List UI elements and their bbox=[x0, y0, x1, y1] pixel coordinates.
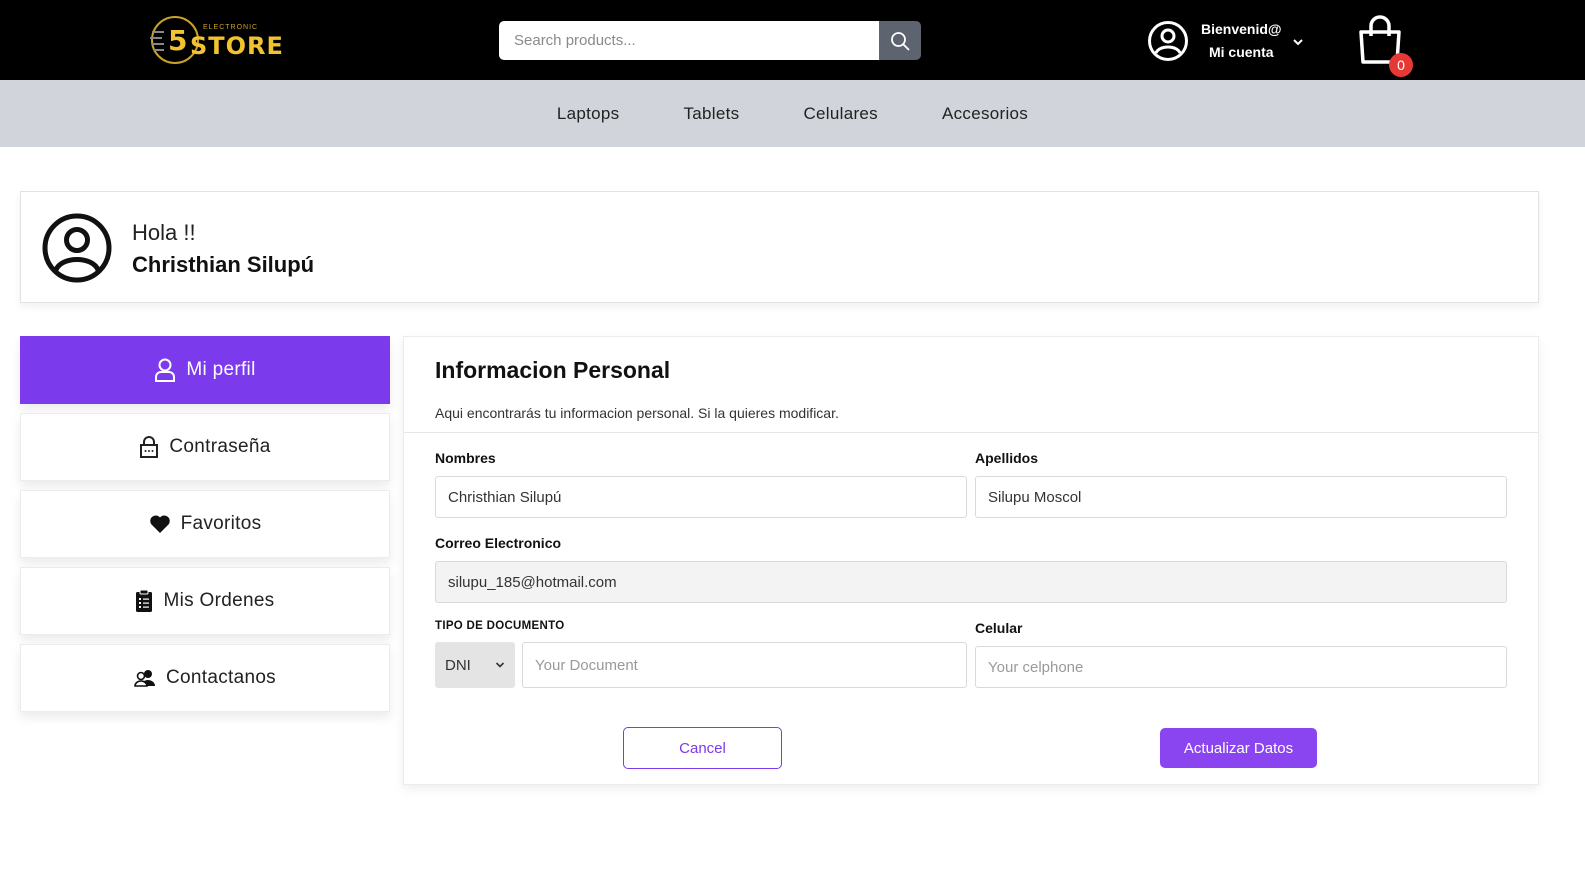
greeting-user-name: Christhian Silupú bbox=[132, 252, 315, 277]
profile-sidebar: Mi perfil Contraseña Favoritos Mis Orden… bbox=[20, 336, 390, 721]
store-logo[interactable]: 5 ELECTRONIC STORE bbox=[148, 12, 293, 68]
account-text: Bienvenid@ Mi cuenta bbox=[1201, 18, 1282, 64]
email-field[interactable] bbox=[435, 561, 1507, 603]
sidebar-item-label: Contraseña bbox=[169, 436, 271, 457]
update-data-button[interactable]: Actualizar Datos bbox=[1160, 728, 1317, 768]
sidebar-item-label: Mis Ordenes bbox=[163, 590, 275, 611]
first-name-label: Nombres bbox=[435, 450, 496, 466]
search-button[interactable] bbox=[879, 21, 921, 60]
personal-info-card: Informacion Personal Aqui encontrarás tu… bbox=[403, 336, 1539, 785]
cancel-button[interactable]: Cancel bbox=[623, 727, 782, 769]
sidebar-item-favoritos[interactable]: Favoritos bbox=[20, 490, 390, 558]
account-link: Mi cuenta bbox=[1208, 44, 1274, 60]
cart-count-badge: 0 bbox=[1389, 53, 1413, 77]
logo-subtitle: ELECTRONIC bbox=[203, 24, 259, 31]
sidebar-item-mi-perfil[interactable]: Mi perfil bbox=[20, 336, 390, 404]
clipboard-list-icon bbox=[135, 589, 153, 613]
category-celulares[interactable]: Celulares bbox=[803, 104, 878, 124]
logo-number: 5 bbox=[168, 24, 187, 57]
last-name-label: Apellidos bbox=[975, 450, 1039, 466]
lock-icon bbox=[139, 436, 159, 458]
sidebar-item-contrasena[interactable]: Contraseña bbox=[20, 413, 390, 481]
sidebar-item-mis-ordenes[interactable]: Mis Ordenes bbox=[20, 567, 390, 635]
sidebar-item-contactanos[interactable]: Contactanos bbox=[20, 644, 390, 712]
greeting-hello: Hola !! bbox=[132, 220, 196, 245]
search-bar bbox=[499, 21, 921, 60]
search-icon bbox=[891, 31, 910, 50]
avatar-icon bbox=[42, 213, 112, 283]
greeting-card: Hola !! Christhian Silupú bbox=[20, 191, 1539, 303]
account-menu[interactable]: Bienvenid@ Mi cuenta bbox=[1147, 18, 1304, 64]
document-number-field[interactable] bbox=[522, 642, 967, 688]
chevron-down-icon bbox=[495, 662, 505, 668]
account-welcome: Bienvenid@ bbox=[1201, 21, 1282, 37]
category-accesorios[interactable]: Accesorios bbox=[942, 104, 1028, 124]
user-icon bbox=[154, 358, 176, 382]
divider bbox=[404, 432, 1538, 433]
top-header: 5 ELECTRONIC STORE Bienvenid@ Mi cuenta bbox=[0, 0, 1585, 80]
user-circle-icon bbox=[1148, 21, 1188, 61]
heart-icon bbox=[149, 514, 171, 534]
phone-label: Celular bbox=[975, 620, 1023, 636]
category-tablets[interactable]: Tablets bbox=[683, 104, 739, 124]
sidebar-item-label: Mi perfil bbox=[186, 359, 256, 380]
logo-text: STORE bbox=[190, 32, 284, 60]
users-icon bbox=[134, 669, 156, 687]
email-label: Correo Electronico bbox=[435, 535, 562, 551]
sidebar-item-label: Contactanos bbox=[166, 667, 276, 688]
doc-type-label: TIPO DE DOCUMENTO bbox=[435, 620, 565, 632]
sidebar-item-label: Favoritos bbox=[180, 513, 262, 534]
category-nav: Laptops Tablets Celulares Accesorios bbox=[0, 80, 1585, 147]
doc-type-select[interactable]: DNI bbox=[435, 642, 515, 688]
category-laptops[interactable]: Laptops bbox=[557, 104, 620, 124]
doc-type-selected: DNI bbox=[445, 656, 471, 674]
phone-field[interactable] bbox=[975, 646, 1507, 688]
search-input[interactable] bbox=[499, 21, 879, 60]
last-name-field[interactable] bbox=[975, 476, 1507, 518]
chevron-down-icon bbox=[1292, 39, 1303, 46]
cart-button[interactable]: 0 bbox=[1357, 14, 1413, 77]
first-name-field[interactable] bbox=[435, 476, 967, 518]
section-description: Aqui encontrarás tu informacion personal… bbox=[435, 405, 839, 421]
section-title: Informacion Personal bbox=[435, 357, 671, 383]
